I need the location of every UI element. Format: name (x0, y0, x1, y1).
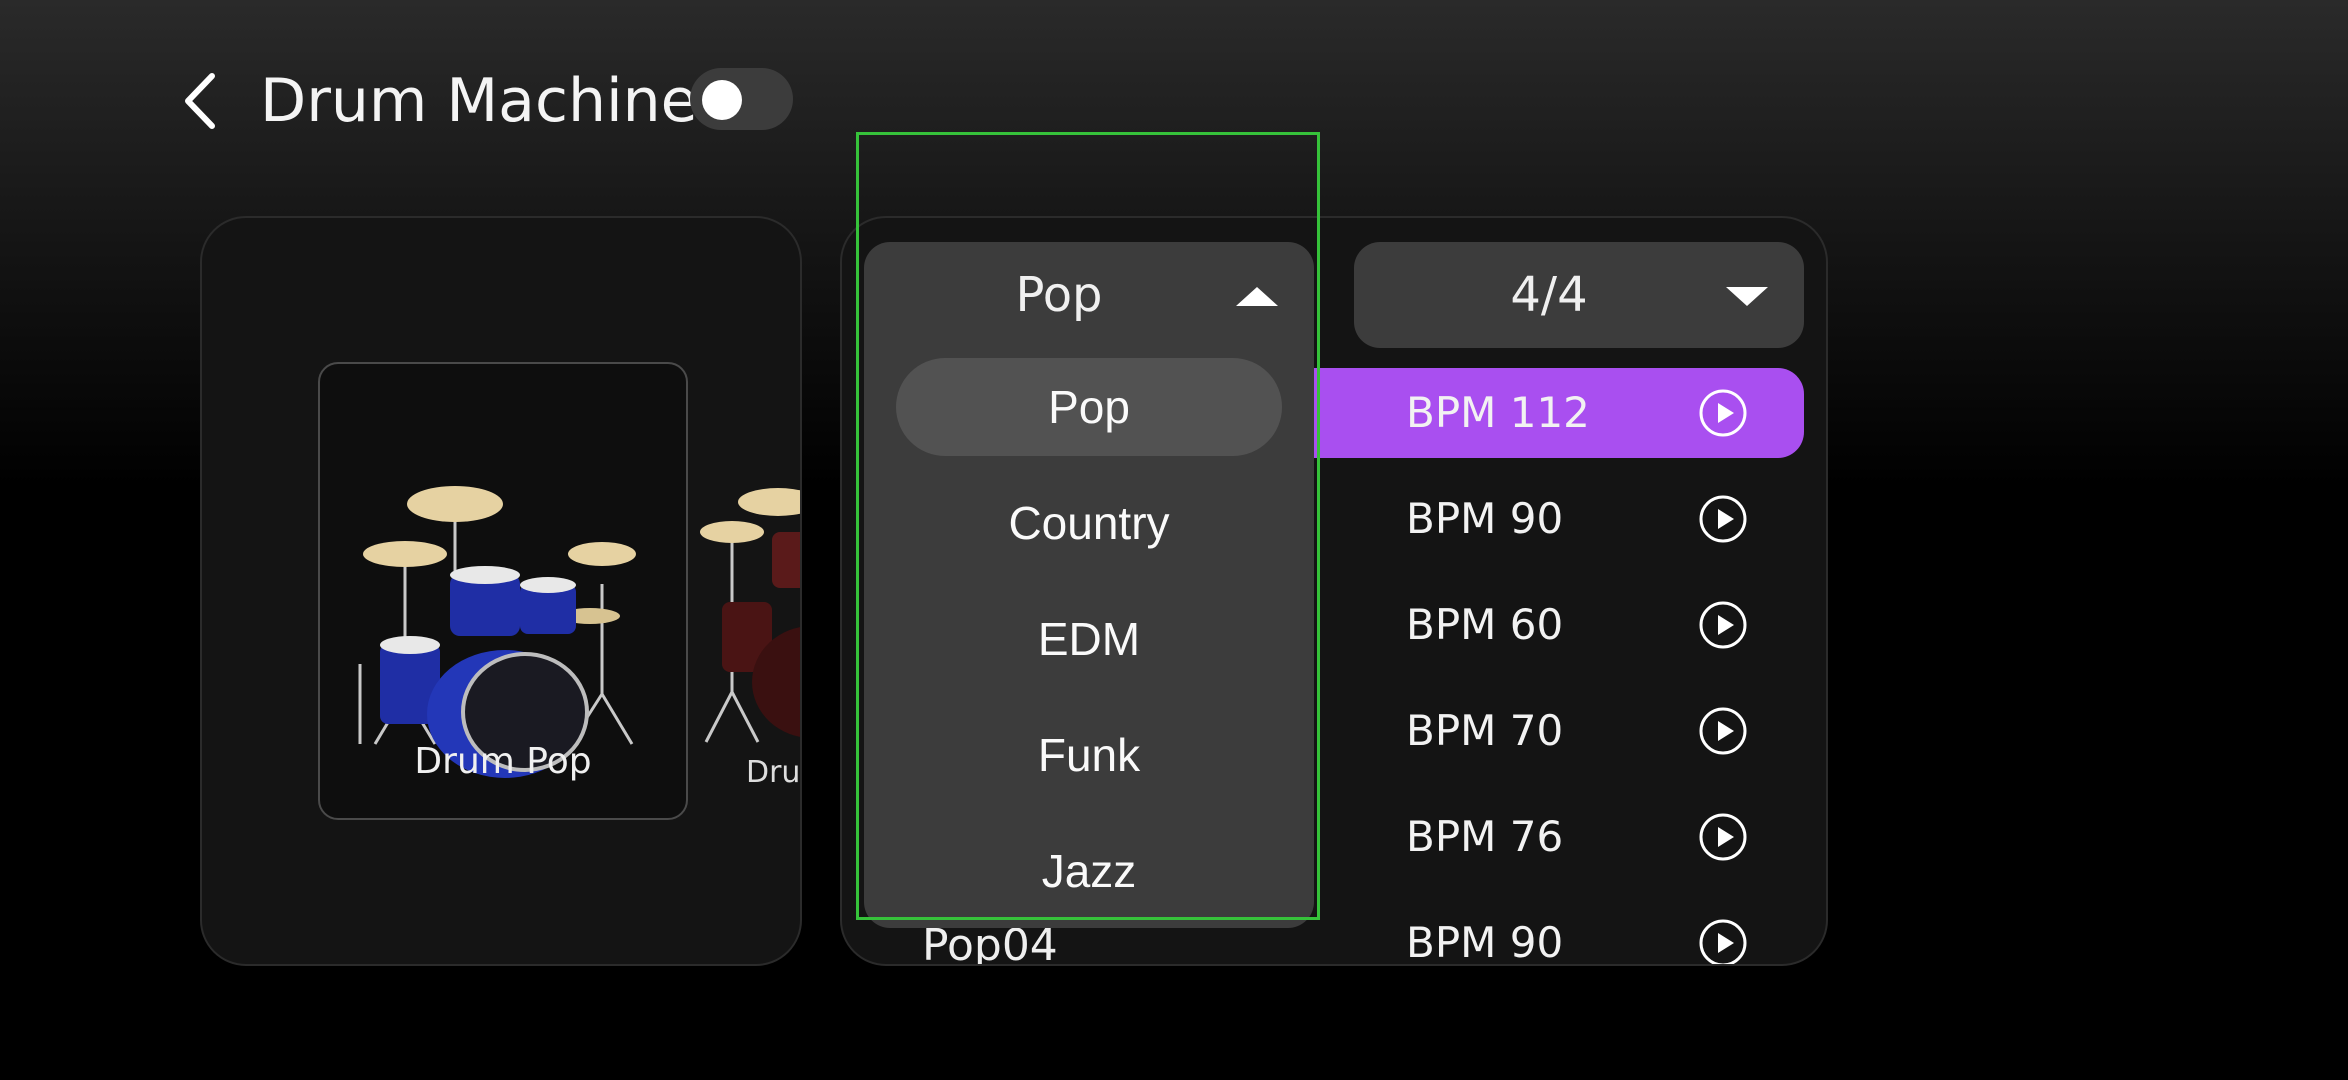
genre-option-jazz[interactable]: Jazz (864, 822, 1314, 928)
play-icon[interactable] (1699, 919, 1747, 966)
bpm-label: BPM 90 (1406, 494, 1564, 543)
pattern-row[interactable]: BPM 76 (1314, 792, 1804, 882)
kit-panel: Drum Pop Drum (200, 216, 802, 966)
genre-option-edm[interactable]: EDM (864, 590, 1314, 706)
drum-kit-image (358, 486, 636, 778)
option-label: EDM (1037, 613, 1141, 665)
bpm-label: BPM 60 (1406, 600, 1564, 649)
play-icon[interactable] (1699, 813, 1747, 861)
pattern-list: BPM 112 BPM 90 BPM 60 BPM 70 BPM 76 BPM … (1314, 368, 1804, 966)
option-label: Country (1008, 497, 1170, 549)
back-button[interactable] (176, 68, 226, 134)
play-icon[interactable] (1699, 601, 1747, 649)
genre-dropdown[interactable]: Pop Pop Country EDM Funk Jazz (864, 242, 1314, 928)
caret-down-icon (1726, 287, 1768, 306)
kit-card-drum-pop[interactable]: Drum Pop (318, 362, 688, 820)
pattern-row[interactable]: BPM 70 (1314, 686, 1804, 776)
pattern-row[interactable]: BPM 60 (1314, 580, 1804, 670)
chevron-left-icon (185, 73, 215, 129)
pattern-row[interactable]: BPM 90 (1314, 474, 1804, 564)
genre-value: Pop (1015, 267, 1103, 323)
genre-select[interactable]: Pop (864, 242, 1314, 348)
option-label: Pop (1048, 381, 1130, 433)
play-icon[interactable] (1699, 495, 1747, 543)
bpm-label: BPM 70 (1406, 706, 1564, 755)
genre-option-funk[interactable]: Funk (864, 706, 1314, 822)
time-signature-value: 4/4 (1510, 267, 1588, 323)
kit-card-drum-2[interactable]: Drum (692, 362, 801, 820)
genre-option-country[interactable]: Country (864, 474, 1314, 590)
bpm-label: BPM 76 (1406, 812, 1564, 861)
option-label: Funk (1037, 729, 1141, 781)
kit-label: Drum Pop (414, 741, 592, 782)
pattern-row[interactable]: BPM 90 (1314, 898, 1804, 966)
page-title: Drum Machine (260, 66, 698, 136)
drum-machine-toggle[interactable] (690, 68, 793, 130)
play-icon[interactable] (1699, 389, 1747, 437)
bpm-label: BPM 112 (1406, 388, 1590, 437)
bpm-label: BPM 90 (1406, 918, 1564, 966)
caret-up-icon (1236, 287, 1278, 306)
kit-label: Drum (746, 755, 801, 790)
option-label: Jazz (1041, 845, 1137, 897)
drum-kit-image (700, 488, 800, 743)
genre-option-pop[interactable]: Pop (864, 358, 1314, 474)
pattern-row[interactable]: BPM 112 (1314, 368, 1804, 458)
time-signature-select[interactable]: 4/4 (1354, 242, 1804, 348)
genre-options: Pop Country EDM Funk Jazz (864, 358, 1314, 928)
toggle-knob (702, 80, 742, 120)
play-icon[interactable] (1699, 707, 1747, 755)
